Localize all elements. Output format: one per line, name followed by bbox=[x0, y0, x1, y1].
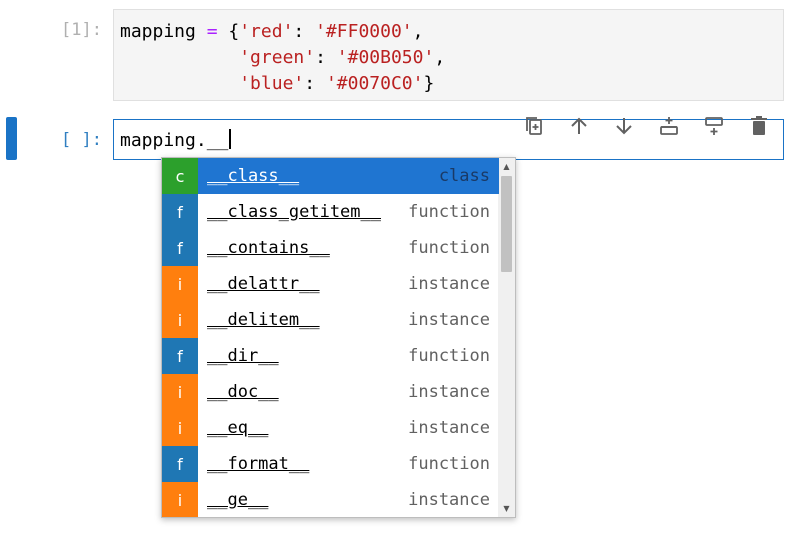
insert-cell-above-button[interactable] bbox=[653, 113, 684, 139]
completer-item-type: function bbox=[408, 454, 490, 474]
active-cell-indicator[interactable] bbox=[6, 117, 17, 160]
code-editor[interactable]: mapping.__ bbox=[120, 128, 232, 154]
completer-item-name: __format__ bbox=[207, 454, 408, 474]
insert-below-icon bbox=[704, 117, 723, 135]
completer-item-name: __dir__ bbox=[207, 346, 408, 366]
completer-match-highlight: __ge__ bbox=[207, 490, 269, 510]
autocomplete-popup[interactable]: ▲ ▼ c __class__ class f __class_getitem__ fun… bbox=[161, 157, 516, 518]
completer-item-type: instance bbox=[408, 274, 490, 294]
code-variable: mapping bbox=[120, 21, 196, 42]
completer-item-type: function bbox=[408, 202, 490, 222]
completer-item[interactable]: c __class__ class bbox=[162, 158, 499, 194]
completer-scrollbar[interactable]: ▲ ▼ bbox=[498, 158, 515, 517]
completer-item-type: instance bbox=[408, 382, 490, 402]
code-cell-mapping[interactable]: mapping = {'red': '#FF0000', 'green': '#… bbox=[113, 9, 784, 101]
completer-item-name: __class_getitem__ bbox=[207, 202, 408, 222]
delete-icon bbox=[750, 116, 767, 135]
move-up-button[interactable] bbox=[563, 113, 594, 139]
completer-type-badge: f bbox=[162, 230, 198, 266]
code-string-value: '#00B050' bbox=[336, 47, 435, 68]
notebook-page: [1]: mapping = {'red': '#FF0000', 'green… bbox=[0, 0, 802, 534]
completer-item[interactable]: f __format__ function bbox=[162, 446, 499, 482]
completer-item[interactable]: i __ge__ instance bbox=[162, 482, 499, 517]
code-string-value: '#FF0000' bbox=[315, 21, 413, 42]
duplicate-icon bbox=[525, 117, 542, 135]
completer-match-highlight: __format__ bbox=[207, 454, 310, 474]
completer-type-badge: f bbox=[162, 194, 198, 230]
completer-match-highlight: __contains__ bbox=[207, 238, 330, 258]
delete-cell-button[interactable] bbox=[743, 113, 774, 139]
cell-execution-count: [ ]: bbox=[61, 130, 102, 150]
completer-type-badge: i bbox=[162, 266, 198, 302]
completer-item-type: class bbox=[438, 166, 490, 186]
completer-item[interactable]: i __eq__ instance bbox=[162, 410, 499, 446]
completer-type-badge: c bbox=[162, 158, 198, 194]
completer-match-highlight: __eq__ bbox=[207, 418, 269, 438]
scrollbar-thumb[interactable] bbox=[501, 176, 512, 272]
completer-item[interactable]: i __doc__ instance bbox=[162, 374, 499, 410]
cell-toolbar bbox=[518, 113, 774, 139]
code-operator: = bbox=[195, 21, 229, 42]
completer-type-badge: f bbox=[162, 338, 198, 374]
completer-item[interactable]: f __dir__ function bbox=[162, 338, 499, 374]
completer-item-name: __delattr__ bbox=[207, 274, 408, 294]
completer-match-highlight: __delitem__ bbox=[207, 310, 320, 330]
duplicate-cell-button[interactable] bbox=[518, 113, 549, 139]
completer-item-type: instance bbox=[408, 418, 490, 438]
completer-type-badge: i bbox=[162, 410, 198, 446]
completer-item-name: __doc__ bbox=[207, 382, 408, 402]
scroll-down-icon[interactable]: ▼ bbox=[498, 500, 515, 517]
code-colon: : bbox=[315, 47, 337, 68]
code-colon: : bbox=[304, 73, 326, 94]
completer-item-type: instance bbox=[408, 310, 490, 330]
code-brace: { bbox=[228, 21, 240, 42]
completer-match-highlight: __delattr__ bbox=[207, 274, 320, 294]
completer-match-highlight: __class_getitem__ bbox=[207, 202, 381, 222]
completer-item[interactable]: f __class_getitem__ function bbox=[162, 194, 499, 230]
code-string-key: 'green' bbox=[239, 47, 316, 68]
completer-item[interactable]: i __delattr__ instance bbox=[162, 266, 499, 302]
code-string-value: '#0070C0' bbox=[325, 73, 424, 94]
insert-above-icon bbox=[659, 117, 678, 135]
code-string-key: 'blue' bbox=[239, 73, 305, 94]
cell-execution-count: [1]: bbox=[61, 20, 102, 40]
scroll-up-icon[interactable]: ▲ bbox=[498, 158, 515, 175]
text-cursor bbox=[229, 129, 232, 149]
completer-item[interactable]: i __delitem__ instance bbox=[162, 302, 499, 338]
completer-item-type: function bbox=[408, 346, 490, 366]
code-colon: : bbox=[293, 21, 316, 42]
insert-cell-below-button[interactable] bbox=[698, 113, 729, 139]
code-input: mapping.__ bbox=[120, 130, 229, 151]
code-comma: , bbox=[412, 21, 424, 42]
completer-item-type: function bbox=[408, 238, 490, 258]
completer-type-badge: i bbox=[162, 302, 198, 338]
completer-item-name: __class__ bbox=[207, 166, 439, 186]
completer-match-highlight: __dir__ bbox=[207, 346, 279, 366]
completer-type-badge: i bbox=[162, 374, 198, 410]
move-up-icon bbox=[570, 117, 587, 134]
move-down-icon bbox=[615, 118, 632, 135]
code-close-brace: } bbox=[423, 73, 435, 94]
completer-item-name: __ge__ bbox=[207, 490, 408, 510]
completer-item-name: __contains__ bbox=[207, 238, 408, 258]
completer-type-badge: i bbox=[162, 482, 198, 517]
completer-match-highlight: __doc__ bbox=[207, 382, 279, 402]
move-down-button[interactable] bbox=[608, 113, 639, 139]
completer-item-type: instance bbox=[408, 490, 490, 510]
completer-match-highlight: __class__ bbox=[207, 166, 300, 186]
completer-type-badge: f bbox=[162, 446, 198, 482]
completer-item[interactable]: f __contains__ function bbox=[162, 230, 499, 266]
code-comma: , bbox=[434, 47, 446, 68]
completer-item-name: __eq__ bbox=[207, 418, 408, 438]
code-string-key: 'red' bbox=[239, 21, 294, 42]
code-editor[interactable]: mapping = {'red': '#FF0000', 'green': '#… bbox=[120, 19, 445, 97]
completer-item-name: __delitem__ bbox=[207, 310, 408, 330]
